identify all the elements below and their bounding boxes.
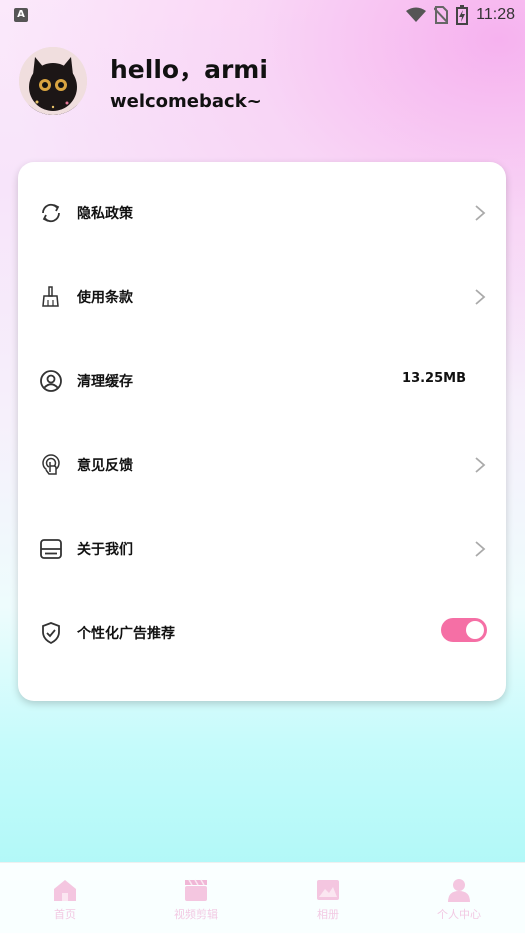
stack-icon	[40, 539, 62, 559]
chevron-right-icon	[475, 541, 486, 557]
settings-item-privacy-policy[interactable]: 隐私政策	[18, 162, 506, 246]
status-time: 11:28	[476, 6, 515, 23]
avatar[interactable]	[19, 47, 87, 115]
shield-check-icon	[42, 622, 60, 645]
cache-size-value: 13.25MB	[402, 371, 466, 386]
toggle-knob	[466, 621, 484, 639]
status-bar: A 11:28	[0, 0, 525, 30]
chevron-right-icon	[475, 457, 486, 473]
battery-charging-icon	[456, 5, 469, 25]
nav-item-album[interactable]: 相册	[278, 877, 378, 922]
nav-item-home[interactable]: 首页	[15, 877, 115, 922]
no-sim-icon	[434, 6, 449, 24]
settings-item-label: 清理缓存	[77, 374, 133, 390]
nav-label: 相册	[317, 908, 339, 921]
touch-icon	[42, 454, 60, 475]
settings-item-label: 关于我们	[77, 542, 133, 558]
settings-item-terms-of-use[interactable]: 使用条款	[18, 246, 506, 330]
greeting-title: hello，armi	[110, 55, 268, 84]
app-notification-icon: A	[14, 8, 28, 22]
user-circle-icon	[40, 370, 62, 392]
nav-label: 首页	[54, 908, 76, 921]
nav-label: 个人中心	[437, 908, 481, 921]
image-icon	[317, 880, 339, 900]
home-icon	[54, 880, 76, 901]
cat-avatar-image	[19, 47, 87, 115]
nav-item-profile[interactable]: 个人中心	[409, 877, 509, 922]
personalized-ads-toggle[interactable]	[441, 618, 487, 642]
refresh-icon	[42, 203, 60, 223]
settings-item-personalized-ads: 个性化广告推荐	[18, 582, 506, 666]
settings-item-label: 个性化广告推荐	[77, 626, 175, 642]
bottom-nav: 首页 视频剪辑 相册 个人中心	[0, 862, 525, 934]
nav-label: 视频剪辑	[174, 908, 218, 921]
chevron-right-icon	[475, 289, 486, 305]
person-icon	[448, 879, 470, 902]
broom-icon	[42, 286, 59, 307]
settings-item-about-us[interactable]: 关于我们	[18, 498, 506, 582]
settings-item-label: 意见反馈	[77, 458, 133, 474]
settings-card: 隐私政策 使用条款 清理缓存 13.25MB 意见反馈 关于我们 个性化广告推荐	[18, 162, 506, 701]
greeting-subtitle: welcomeback~	[110, 91, 262, 112]
nav-item-video-editing[interactable]: 视频剪辑	[146, 877, 246, 922]
settings-item-label: 使用条款	[77, 290, 133, 306]
settings-item-label: 隐私政策	[77, 206, 133, 222]
wifi-icon	[406, 7, 427, 22]
clapperboard-icon	[185, 879, 207, 901]
settings-item-clear-cache[interactable]: 清理缓存 13.25MB	[18, 330, 506, 414]
chevron-right-icon	[475, 205, 486, 221]
settings-item-feedback[interactable]: 意见反馈	[18, 414, 506, 498]
